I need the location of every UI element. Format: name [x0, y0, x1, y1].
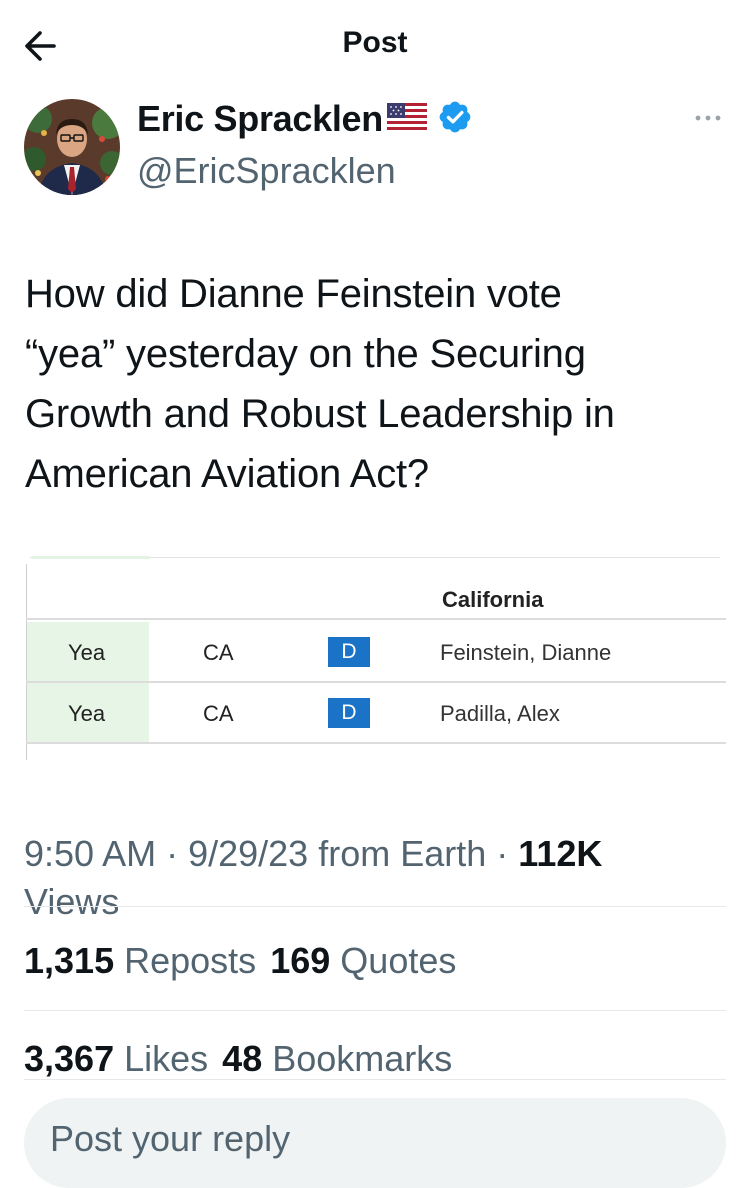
post-text-line: How did Dianne Feinstein vote — [25, 272, 562, 316]
post-time[interactable]: 9:50 AM — [24, 833, 156, 874]
row-divider — [26, 742, 726, 744]
divider — [24, 1010, 726, 1011]
more-options-icon[interactable] — [686, 108, 730, 128]
author-handle[interactable]: @EricSpracklen — [137, 150, 396, 192]
card-accent — [32, 556, 150, 559]
likes-count: 3,367 — [24, 1038, 115, 1079]
quotes-label: Quotes — [340, 940, 457, 981]
table-row: Yea CA D Padilla, Alex — [26, 683, 726, 744]
state-code: CA — [203, 640, 234, 665]
divider — [24, 906, 726, 907]
attached-image-vote-table[interactable]: California Yea CA D Feinstein, Dianne Ye… — [26, 556, 726, 766]
vote-value: Yea — [68, 640, 106, 665]
verified-badge-icon[interactable] — [437, 99, 473, 140]
table-header-divider — [26, 618, 726, 620]
reply-input[interactable]: Post your reply — [24, 1098, 726, 1188]
reposts-count: 1,315 — [24, 940, 115, 981]
party-badge: D — [328, 637, 370, 667]
views-count: 112K — [518, 833, 603, 874]
senator-name: Feinstein, Dianne — [440, 640, 612, 665]
display-name[interactable]: Eric Spracklen — [137, 98, 383, 140]
page-title: Post — [342, 26, 408, 59]
vote-value: Yea — [68, 701, 106, 726]
views-label: Views — [24, 881, 120, 922]
senator-name: Padilla, Alex — [440, 701, 560, 726]
quotes-count: 169 — [270, 940, 331, 981]
quotes-stat[interactable]: 169 Quotes — [270, 940, 456, 981]
avatar[interactable] — [24, 99, 120, 195]
engagement-row: 1,315 Reposts 169 Quotes — [24, 940, 456, 982]
bookmarks-label: Bookmarks — [272, 1038, 453, 1079]
post-text-line: “yea” yesterday on the Securing — [25, 332, 586, 376]
post-source: from Earth — [308, 833, 487, 874]
reposts-stat[interactable]: 1,315 Reposts — [24, 940, 256, 981]
table-row: Yea CA D Feinstein, Dianne — [26, 622, 726, 683]
post-text: How did Dianne Feinstein vote “yea” yest… — [25, 264, 725, 504]
bookmarks-stat[interactable]: 48 Bookmarks — [222, 1038, 452, 1079]
divider — [24, 1079, 726, 1080]
post-metadata: 9:50 AM · 9/29/23 from Earth · 112K Views — [24, 830, 724, 926]
likes-stat[interactable]: 3,367 Likes — [24, 1038, 208, 1079]
state-code: CA — [203, 701, 234, 726]
post-text-line: Growth and Robust Leadership in — [25, 392, 615, 436]
separator: · — [486, 833, 519, 874]
top-bar: Post — [0, 0, 750, 90]
engagement-row: 3,367 Likes 48 Bookmarks — [24, 1038, 452, 1080]
reply-placeholder: Post your reply — [50, 1118, 291, 1159]
post-text-line: American Aviation Act? — [25, 452, 429, 496]
state-heading: California — [442, 587, 544, 612]
post-date[interactable]: 9/29/23 — [188, 833, 308, 874]
bookmarks-count: 48 — [222, 1038, 263, 1079]
author-name-row[interactable]: Eric Spracklen — [137, 98, 473, 140]
party-badge: D — [328, 698, 370, 728]
separator: · — [156, 833, 189, 874]
us-flag-icon — [386, 103, 427, 135]
reposts-label: Reposts — [124, 940, 257, 981]
likes-label: Likes — [124, 1038, 209, 1079]
